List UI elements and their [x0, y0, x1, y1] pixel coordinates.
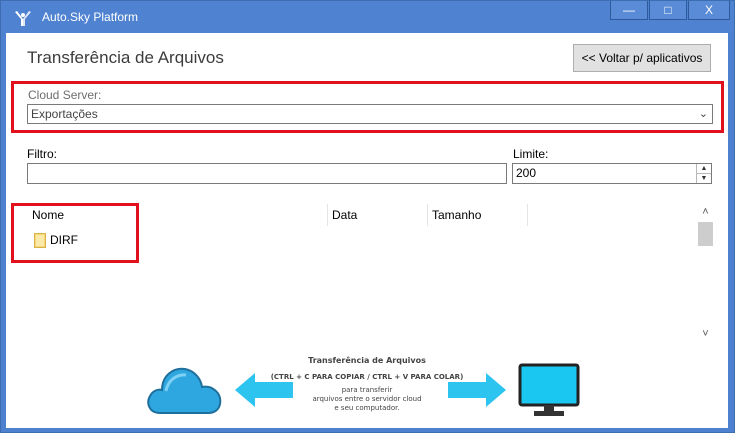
back-to-apps-button[interactable]: << Voltar p/ aplicativos	[573, 44, 711, 72]
chevron-down-icon[interactable]: ⌄	[699, 105, 708, 123]
banner-shortcut-hint: (CTRL + C PARA COPIAR / CTRL + V PARA CO…	[270, 373, 464, 381]
maximize-button[interactable]: □	[649, 1, 687, 20]
limit-stepper[interactable]: 200 ▲ ▼	[512, 163, 712, 184]
list-item-name: DIRF	[50, 233, 78, 247]
column-header-nome[interactable]: Nome	[28, 204, 328, 226]
column-header-data[interactable]: Data	[328, 204, 428, 226]
filter-input[interactable]	[27, 163, 507, 184]
arrow-right-icon	[448, 373, 506, 407]
cloud-server-select[interactable]: Exportações ⌄	[27, 104, 713, 124]
scroll-down-icon[interactable]: ˅	[697, 326, 714, 342]
limit-value: 200	[516, 166, 537, 180]
cloud-server-selected-value: Exportações	[31, 107, 98, 121]
close-button[interactable]: X	[688, 1, 730, 20]
cloud-server-label: Cloud Server:	[28, 88, 102, 102]
spin-up-icon[interactable]: ▲	[697, 164, 711, 173]
scroll-thumb[interactable]	[698, 222, 713, 246]
transfer-banner: Transferência de Arquivos (CTRL + C PARA…	[6, 351, 728, 428]
app-window: Auto.Sky Platform — □ X Transferência de…	[0, 0, 735, 433]
banner-text-line: arquivos entre o servidor cloud	[312, 395, 422, 403]
banner-title: Transferência de Arquivos	[308, 356, 426, 365]
window-title: Auto.Sky Platform	[42, 10, 139, 24]
spin-down-icon[interactable]: ▼	[697, 173, 711, 183]
window-controls: — □ X	[610, 1, 730, 21]
folder-icon	[34, 232, 46, 248]
client-area: Transferência de Arquivos << Voltar p/ a…	[6, 33, 728, 428]
column-header-tamanho[interactable]: Tamanho	[428, 204, 528, 226]
limit-spin-buttons: ▲ ▼	[696, 164, 711, 183]
filter-label: Filtro:	[27, 147, 57, 161]
list-item[interactable]: DIRF	[34, 231, 78, 249]
autosky-logo-icon	[15, 11, 31, 26]
banner-text-line: para transferir	[341, 386, 393, 394]
banner-text-line: e seu computador.	[334, 404, 400, 412]
computer-monitor-icon	[518, 363, 580, 416]
limit-label: Limite:	[513, 147, 549, 161]
file-list-scrollbar[interactable]: ˄ ˅	[697, 204, 714, 342]
page-title: Transferência de Arquivos	[27, 48, 224, 67]
minimize-button[interactable]: —	[610, 1, 648, 20]
title-bar[interactable]: Auto.Sky Platform — □ X	[1, 1, 734, 33]
scroll-up-icon[interactable]: ˄	[697, 204, 714, 220]
